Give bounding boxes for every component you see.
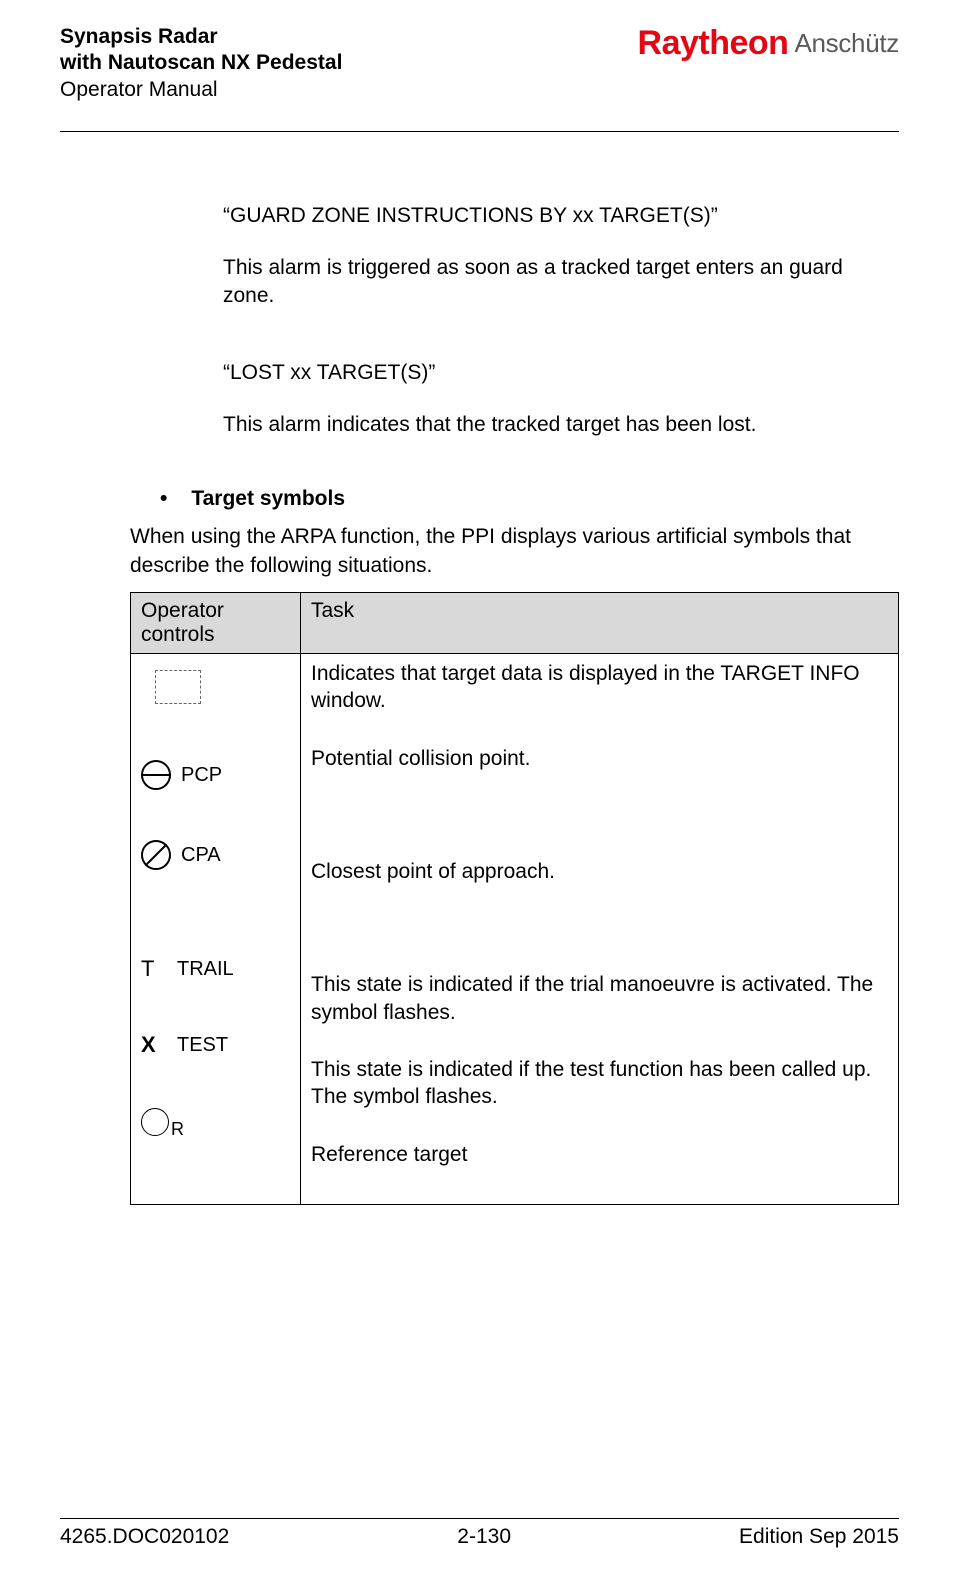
test-label: TEST bbox=[177, 1034, 228, 1057]
cpa-label: CPA bbox=[181, 844, 221, 867]
lost-target-desc: This alarm indicates that the tracked ta… bbox=[130, 411, 899, 439]
trail-symbol: T bbox=[141, 956, 167, 982]
content: “GUARD ZONE INSTRUCTIONS BY xx TARGET(S)… bbox=[60, 202, 899, 1205]
footer-doc-id: 4265.DOC020102 bbox=[60, 1525, 229, 1549]
test-symbol: X bbox=[141, 1032, 167, 1058]
bullet-icon: • bbox=[160, 487, 167, 511]
symbols-table: Operator controls Task PCP CPA bbox=[130, 592, 899, 1205]
doc-title-block: Synapsis Radar with Nautoscan NX Pedesta… bbox=[60, 24, 342, 103]
lost-target-title: “LOST xx TARGET(S)” bbox=[130, 359, 899, 387]
task-test: This state is indicated if the test func… bbox=[311, 1056, 888, 1111]
table-header-row: Operator controls Task bbox=[131, 593, 899, 654]
task-cpa: Closest point of approach. bbox=[311, 858, 888, 885]
ref-icon bbox=[141, 1108, 169, 1136]
section-bullet: • Target symbols bbox=[130, 487, 899, 511]
logo-raytheon: Raytheon bbox=[638, 24, 789, 63]
col-header-task: Task bbox=[301, 593, 899, 654]
task-ref: Reference target bbox=[311, 1141, 888, 1168]
pcp-icon bbox=[141, 760, 171, 790]
task-info: Indicates that target data is displayed … bbox=[311, 660, 888, 715]
title-line-1: Synapsis Radar bbox=[60, 24, 342, 50]
table-row: PCP CPA T TRAIL X TEST bbox=[131, 654, 899, 1205]
symbol-ref: R bbox=[141, 1108, 290, 1136]
task-pcp: Potential collision point. bbox=[311, 745, 888, 772]
footer-edition: Edition Sep 2015 bbox=[739, 1525, 899, 1549]
title-line-3: Operator Manual bbox=[60, 77, 342, 103]
symbol-test: X TEST bbox=[141, 1032, 290, 1058]
controls-cell: PCP CPA T TRAIL X TEST bbox=[131, 654, 301, 1205]
guard-zone-title: “GUARD ZONE INSTRUCTIONS BY xx TARGET(S)… bbox=[130, 202, 899, 230]
col-header-controls: Operator controls bbox=[131, 593, 301, 654]
logo-anschutz: Anschütz bbox=[794, 28, 899, 59]
trail-label: TRAIL bbox=[177, 958, 234, 981]
logo: Raytheon Anschütz bbox=[638, 24, 899, 63]
task-trail: This state is indicated if the trial man… bbox=[311, 971, 888, 1026]
symbol-cpa: CPA bbox=[141, 840, 290, 870]
dashed-box-icon bbox=[155, 670, 201, 704]
task-cell: Indicates that target data is displayed … bbox=[301, 654, 899, 1205]
symbol-target-info bbox=[141, 670, 290, 704]
footer-page: 2-130 bbox=[457, 1525, 511, 1549]
title-line-2: with Nautoscan NX Pedestal bbox=[60, 50, 342, 76]
section-heading: Target symbols bbox=[191, 487, 345, 511]
page-header: Synapsis Radar with Nautoscan NX Pedesta… bbox=[60, 24, 899, 132]
cpa-icon bbox=[141, 840, 171, 870]
symbol-pcp: PCP bbox=[141, 760, 290, 790]
pcp-label: PCP bbox=[181, 764, 222, 787]
ref-symbol: R bbox=[171, 1119, 184, 1140]
symbol-trail: T TRAIL bbox=[141, 956, 290, 982]
guard-zone-desc: This alarm is triggered as soon as a tra… bbox=[130, 254, 899, 311]
section-intro: When using the ARPA function, the PPI di… bbox=[130, 523, 899, 580]
page-footer: 4265.DOC020102 2-130 Edition Sep 2015 bbox=[60, 1518, 899, 1549]
